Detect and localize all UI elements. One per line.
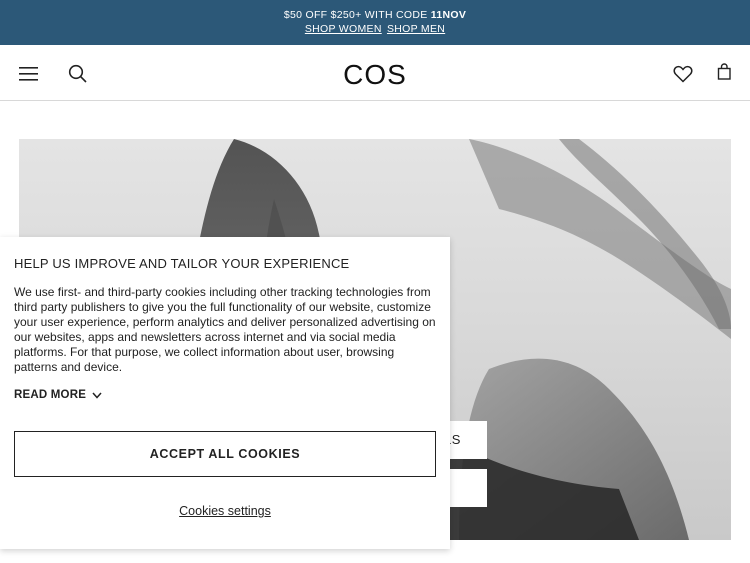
cookie-banner-title: HELP US IMPROVE AND TAILOR YOUR EXPERIEN…	[14, 256, 350, 271]
accept-all-cookies-button[interactable]: ACCEPT ALL COOKIES	[14, 431, 436, 477]
read-more-label: READ MORE	[14, 389, 87, 401]
promo-bar: $50 OFF $250+ WITH CODE 11NOV SHOP WOMEN…	[0, 0, 750, 45]
promo-links: SHOP WOMEN SHOP MEN	[0, 23, 750, 35]
cookie-banner-body: We use first- and third-party cookies in…	[14, 285, 436, 374]
promo-code: 11NOV	[430, 9, 467, 21]
shop-men-link[interactable]: SHOP MEN	[387, 23, 445, 35]
bag-icon[interactable]	[717, 63, 732, 81]
heart-icon[interactable]	[673, 65, 693, 83]
cookies-settings-link[interactable]: Cookies settings	[0, 504, 450, 518]
shop-women-link[interactable]: SHOP WOMEN	[305, 23, 382, 35]
chevron-down-icon	[92, 392, 102, 399]
site-logo[interactable]: COS	[330, 59, 420, 91]
promo-offer-text: $50 OFF $250+ WITH CODE	[283, 9, 431, 21]
cookie-consent-banner: HELP US IMPROVE AND TAILOR YOUR EXPERIEN…	[0, 237, 450, 549]
read-more-toggle[interactable]: READ MORE	[14, 389, 102, 401]
menu-icon[interactable]	[19, 66, 39, 82]
promo-text: $50 OFF $250+ WITH CODE 11NOV	[0, 9, 750, 21]
site-header: COS	[0, 45, 750, 101]
search-icon[interactable]	[68, 64, 88, 84]
